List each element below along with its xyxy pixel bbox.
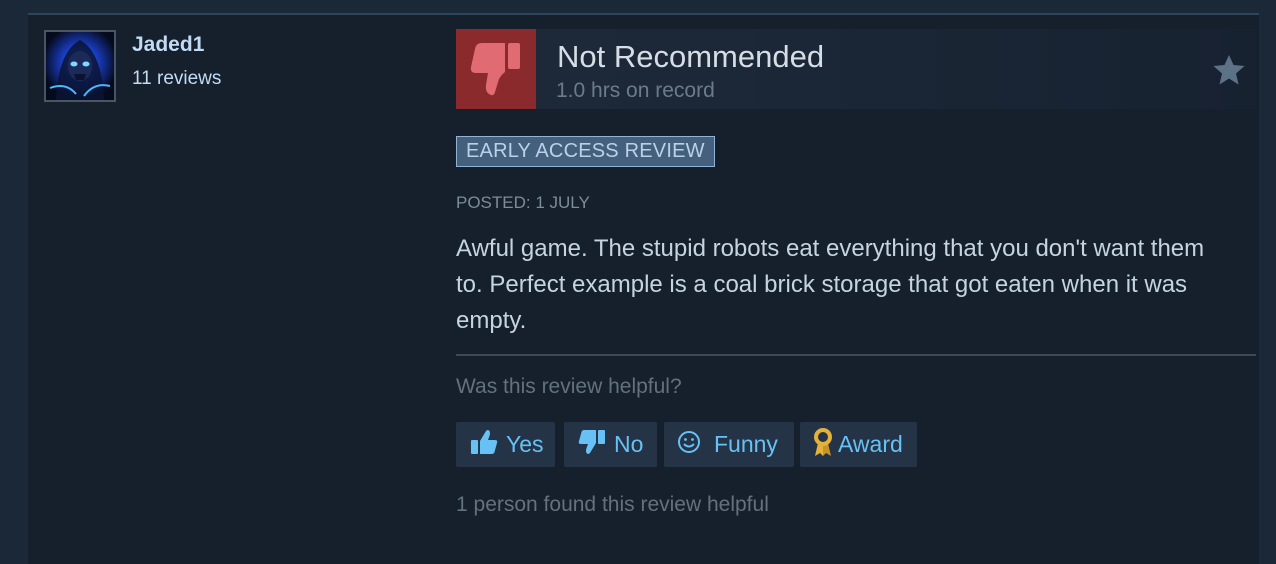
- review-content: Not Recommended 1.0 hrs on record EARLY …: [456, 15, 1256, 564]
- thumbs-down-icon: [470, 43, 520, 96]
- divider: [456, 354, 1256, 356]
- funny-label: Funny: [714, 431, 778, 457]
- review-text: Awful game. The stupid robots eat everyt…: [456, 235, 1205, 334]
- thumbs-down-icon: [578, 429, 606, 461]
- posted-date: POSTED: 1 JULY: [456, 193, 590, 212]
- username[interactable]: Jaded1: [132, 33, 204, 57]
- helpful-count: 1 person found this review helpful: [456, 493, 769, 516]
- award-ribbon-icon: [812, 427, 834, 463]
- funny-button[interactable]: Funny: [664, 422, 794, 467]
- award-label: Award: [838, 431, 903, 457]
- verdict-title: Not Recommended: [557, 39, 825, 74]
- helpful-question: Was this review helpful?: [456, 375, 682, 398]
- no-label: No: [614, 431, 644, 457]
- hours-on-record: 1.0 hrs on record: [556, 79, 715, 102]
- reviewer-info: Jaded1 11 reviews: [28, 15, 448, 564]
- smiley-icon: [677, 430, 701, 460]
- yes-label: Yes: [506, 431, 544, 457]
- no-button[interactable]: No: [564, 422, 657, 467]
- vote-header[interactable]: Not Recommended 1.0 hrs on record: [456, 29, 1256, 109]
- award-button[interactable]: Award: [800, 422, 917, 467]
- review-count[interactable]: 11 reviews: [132, 68, 221, 90]
- review-card: Jaded1 11 reviews Not Recommended 1.0 hr…: [28, 13, 1259, 564]
- avatar-image: [46, 32, 114, 100]
- star-icon[interactable]: [1212, 54, 1246, 86]
- avatar[interactable]: [44, 30, 116, 102]
- yes-button[interactable]: Yes: [456, 422, 555, 467]
- early-access-badge: EARLY ACCESS REVIEW: [456, 136, 715, 167]
- verdict-thumb-box: [456, 29, 536, 109]
- thumbs-up-icon: [470, 429, 498, 461]
